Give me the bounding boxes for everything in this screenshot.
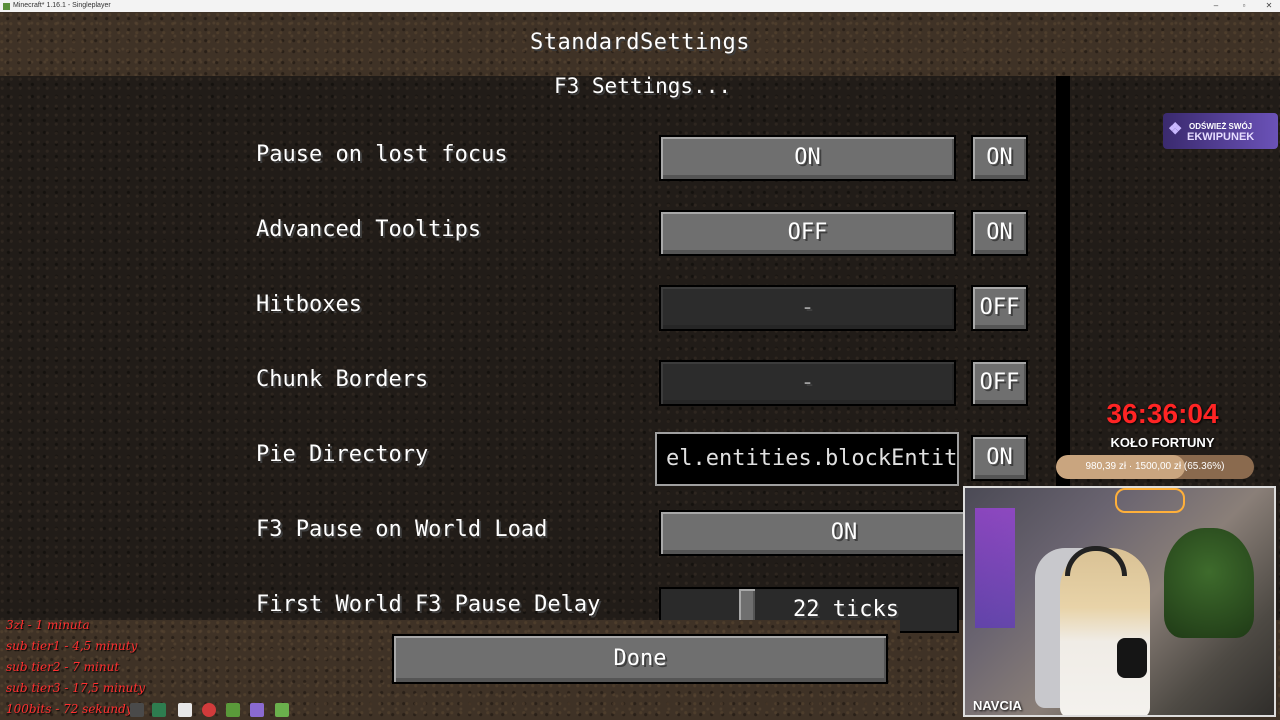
- maximize-button[interactable]: ▫: [1233, 0, 1255, 12]
- close-button[interactable]: ✕: [1258, 0, 1280, 12]
- donation-progress-bar: 980,39 zł · 1500,00 zł (65.36%): [1056, 455, 1254, 479]
- webcam-feed: NAVCIA: [963, 486, 1276, 717]
- taskbar-minecraft-icon[interactable]: [275, 703, 289, 717]
- webcam-light: [975, 508, 1015, 628]
- badge-line1: ODŚWIEŻ SWÓJ: [1189, 122, 1253, 131]
- hitboxes-button: -: [659, 285, 956, 331]
- pie-directory-toggle[interactable]: ON: [971, 435, 1028, 481]
- webcam-neon-sign: [1115, 488, 1185, 513]
- minecraft-app-icon: [3, 3, 10, 10]
- done-button[interactable]: Done: [392, 634, 888, 684]
- badge-line2: EKWIPUNEK: [1187, 131, 1255, 143]
- window-title: Minecraft* 1.16.1 - Singleplayer: [13, 2, 111, 9]
- hitboxes-toggle[interactable]: OFF: [971, 285, 1028, 331]
- taskbar: [0, 700, 300, 720]
- taskbar-browser-icon[interactable]: [202, 703, 216, 717]
- option-label-first-world-f3-delay: First World F3 Pause Delay: [256, 592, 601, 617]
- wheel-of-fortune-title: KOŁO FORTUNY: [1110, 435, 1215, 450]
- tier-line: sub tier1 - 4,5 minuty: [6, 639, 138, 653]
- screen-title: StandardSettings: [530, 30, 750, 55]
- f3-settings-link[interactable]: F3 Settings...: [440, 74, 845, 98]
- option-label-pie-directory: Pie Directory: [256, 442, 429, 467]
- option-label-f3-pause-world-load: F3 Pause on World Load: [256, 517, 548, 542]
- taskbar-app-icon[interactable]: [130, 703, 144, 717]
- taskbar-app-icon[interactable]: [250, 703, 264, 717]
- taskbar-app-icon[interactable]: [226, 703, 240, 717]
- tier-line: sub tier2 - 7 minut: [6, 660, 120, 674]
- advanced-tooltips-button[interactable]: OFF: [659, 210, 956, 256]
- tier-line: sub tier3 - 17,5 minuty: [6, 681, 146, 695]
- webcam-plant: [1164, 528, 1254, 638]
- pause-lost-focus-toggle[interactable]: ON: [971, 135, 1028, 181]
- footer-strip: [380, 620, 900, 634]
- option-label-hitboxes: Hitboxes: [256, 292, 362, 317]
- webcam-name-tag: NAVCIA: [973, 698, 1022, 713]
- pause-lost-focus-button[interactable]: ON: [659, 135, 956, 181]
- chunk-borders-toggle[interactable]: OFF: [971, 360, 1028, 406]
- dragon-icon: ❖: [1168, 121, 1183, 138]
- pie-directory-input[interactable]: el.entities.blockEntities: [655, 432, 959, 486]
- option-label-pause-lost-focus: Pause on lost focus: [256, 142, 508, 167]
- taskbar-app-icon[interactable]: [178, 703, 192, 717]
- subathon-timer: 36:36:04: [1106, 398, 1219, 429]
- minimize-button[interactable]: –: [1205, 0, 1227, 12]
- microphone-icon: [1117, 638, 1147, 678]
- donation-progress-text: 980,39 zł · 1500,00 zł (65.36%): [1085, 461, 1225, 472]
- chunk-borders-button: -: [659, 360, 956, 406]
- option-label-chunk-borders: Chunk Borders: [256, 367, 429, 392]
- window-titlebar: Minecraft* 1.16.1 - Singleplayer – ▫ ✕: [0, 0, 1280, 12]
- inventory-refresh-badge: ❖ ODŚWIEŻ SWÓJ EKWIPUNEK: [1163, 113, 1278, 149]
- advanced-tooltips-toggle[interactable]: ON: [971, 210, 1028, 256]
- taskbar-app-icon[interactable]: [152, 703, 166, 717]
- tier-line: 3zł - 1 minuta: [6, 618, 90, 632]
- option-label-advanced-tooltips: Advanced Tooltips: [256, 217, 482, 242]
